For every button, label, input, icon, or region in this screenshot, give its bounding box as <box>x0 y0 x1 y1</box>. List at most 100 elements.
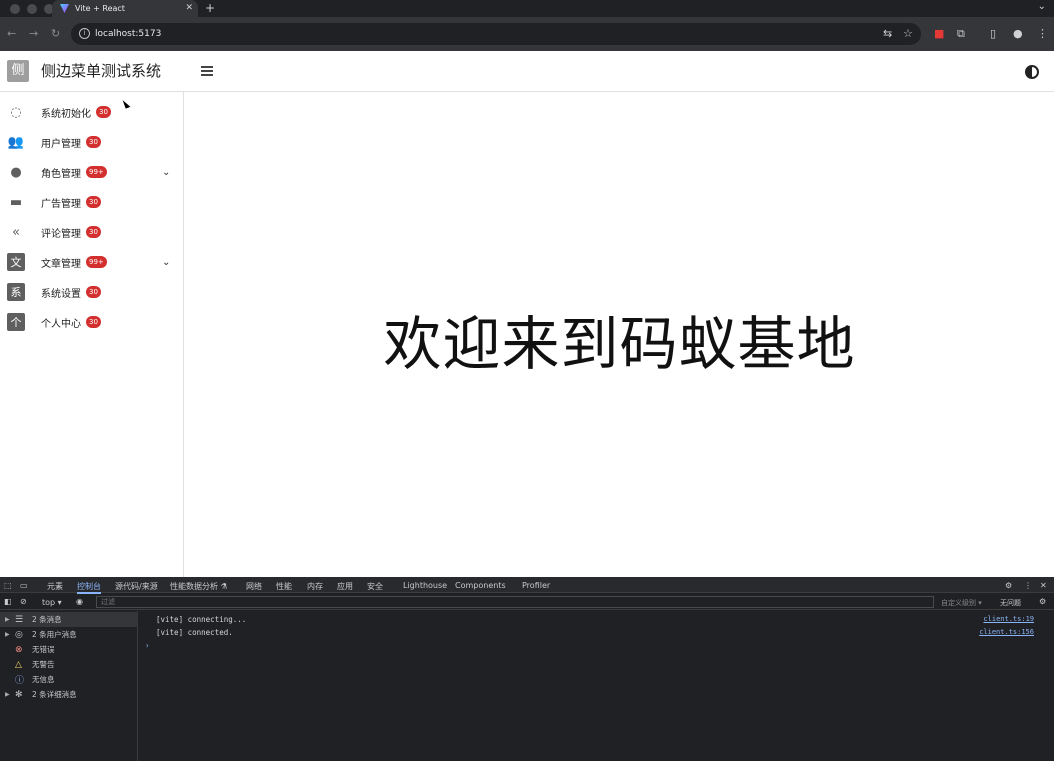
source-link[interactable]: client.ts:156 <box>979 628 1034 636</box>
console-filter-label: 无信息 <box>32 675 55 684</box>
console-settings-icon[interactable]: ⚙ <box>1039 597 1046 606</box>
count-badge: 99+ <box>86 256 107 268</box>
log-levels-select[interactable]: 自定义级别 ▾ <box>941 598 982 608</box>
text-box-icon: 系 <box>7 283 25 301</box>
chevron-down-icon[interactable]: ⌄ <box>162 167 170 178</box>
count-badge: 30 <box>86 136 101 148</box>
console-message: [vite] connecting... <box>156 615 247 624</box>
address-bar[interactable]: i localhost:5173 <box>71 23 921 45</box>
sidebar-item-label: 广告管理 <box>41 198 81 210</box>
count-badge: 99+ <box>86 166 107 178</box>
console-prompt[interactable]: › <box>145 641 150 650</box>
console-filter-input[interactable]: 过滤 <box>96 596 934 608</box>
console-filter-item[interactable]: ▶ ◎ 2 条用户消息 <box>0 627 138 642</box>
console-filter-item[interactable]: ⊗ 无错误 <box>0 642 138 657</box>
window-controls[interactable] <box>10 4 54 14</box>
devtools-tab[interactable]: Lighthouse <box>403 581 447 590</box>
count-badge: 30 <box>86 226 101 238</box>
sidebar-item-label: 文章管理 <box>41 258 81 270</box>
new-tab-icon[interactable]: + <box>205 1 215 15</box>
sidebar-item[interactable]: ▬ 广告管理 30 <box>0 187 184 217</box>
bookmark-star-icon[interactable]: ☆ <box>903 27 913 40</box>
app-root: 侧 侧边菜单测试系统 ◌ 系统初始化 30 👥 用户管理 30 ● 角色管理 99+ ⌄ ▬ 广告管理… <box>0 51 1054 577</box>
devtools-tab[interactable]: 源代码/来源 <box>115 581 158 592</box>
user-add-icon: 👥 <box>7 134 25 150</box>
info-icon: ⓘ <box>15 676 25 686</box>
extension-icon[interactable]: ■ <box>934 27 944 40</box>
context-select[interactable]: top ▾ <box>42 598 62 607</box>
inspect-icon[interactable]: ⬚ <box>4 581 12 590</box>
source-link[interactable]: client.ts:19 <box>983 615 1034 623</box>
browser-tab[interactable]: Vite + React ✕ <box>52 0 198 17</box>
vite-logo-icon <box>60 4 69 13</box>
user-circle-icon: ◎ <box>15 629 23 640</box>
console-filter-item[interactable]: △ 无警告 <box>0 657 138 672</box>
sidebar-item[interactable]: 👥 用户管理 30 <box>0 127 184 157</box>
browser-menu-icon[interactable]: ⋮ <box>1037 27 1048 40</box>
devtools-tab[interactable]: 安全 <box>367 581 383 592</box>
warning-icon: △ <box>15 659 22 670</box>
theme-toggle-icon[interactable] <box>1025 65 1039 79</box>
close-devtools-icon[interactable]: ✕ <box>1040 581 1047 590</box>
count-badge: 30 <box>86 196 101 208</box>
devtools-tabs: ⬚ ▭ ⚙ ⋮ ✕ 元素 控制台 源代码/来源 性能数据分析 ⚗ 网络 性能 内存 应用 安全 L… <box>0 577 1054 594</box>
device-toggle-icon[interactable]: ▭ <box>20 581 28 590</box>
devtools-tab[interactable]: 应用 <box>337 581 353 592</box>
sidebar-item[interactable]: 文 文章管理 99+ ⌄ <box>0 247 184 277</box>
tab-search-icon[interactable]: ⌄ <box>1038 1 1046 12</box>
forward-icon[interactable]: → <box>29 27 38 40</box>
devtools-panel: ⬚ ▭ ⚙ ⋮ ✕ 元素 控制台 源代码/来源 性能数据分析 ⚗ 网络 性能 内存 应用 安全 L… <box>0 577 1054 761</box>
sidebar-item-label: 用户管理 <box>41 138 81 150</box>
live-expression-eye-icon[interactable]: ◉ <box>76 597 83 606</box>
welcome-text: 欢迎来到码蚁基地 <box>383 310 856 378</box>
reload-icon[interactable]: ↻ <box>51 27 60 40</box>
console-filter-item[interactable]: ▶ ☰ 2 条消息 <box>0 612 138 627</box>
clear-console-icon[interactable]: ⊘ <box>20 597 27 606</box>
devtools-tab[interactable]: Profiler <box>522 581 550 590</box>
devtools-tab[interactable]: Components <box>455 581 506 590</box>
reply-all-icon: « <box>12 224 20 240</box>
issues-button[interactable]: 无问题 <box>1000 598 1021 608</box>
expand-arrow-icon[interactable]: ▶ <box>5 616 10 623</box>
console-message: [vite] connected. <box>156 628 233 637</box>
sidebar-item[interactable]: 系 系统设置 30 <box>0 277 184 307</box>
sidebar-item-label: 个人中心 <box>41 318 81 330</box>
app-logo: 侧 <box>7 60 29 82</box>
extensions-puzzle-icon[interactable]: ⧉ <box>957 27 965 41</box>
sidebar-item-label: 评论管理 <box>41 228 81 240</box>
sidebar-item[interactable]: « 评论管理 30 <box>0 217 184 247</box>
chevron-down-icon[interactable]: ⌄ <box>162 257 170 268</box>
console-filter-item[interactable]: ▶ ✻ 2 条详细消息 <box>0 687 138 702</box>
devtools-tab[interactable]: 性能数据分析 ⚗ <box>170 581 228 592</box>
expand-arrow-icon[interactable]: ▶ <box>5 631 10 638</box>
sidebar-item[interactable]: 个 个人中心 30 <box>0 307 184 337</box>
devtools-tab[interactable]: 网络 <box>246 581 262 592</box>
text-box-icon: 文 <box>7 253 25 271</box>
devtools-tab[interactable]: 内存 <box>307 581 323 592</box>
devtools-tab[interactable]: 性能 <box>276 581 292 592</box>
profile-icon[interactable]: ● <box>1013 27 1023 40</box>
app-title: 侧边菜单测试系统 <box>41 62 162 80</box>
console-filter-label: 2 条详细消息 <box>32 690 77 699</box>
sidebar-item-label: 系统设置 <box>41 288 81 300</box>
sidebar-item[interactable]: ◌ 系统初始化 30 <box>0 97 184 127</box>
devtools-menu-icon[interactable]: ⋮ <box>1024 581 1032 590</box>
devtools-tab[interactable]: 控制台 <box>77 581 101 594</box>
translate-icon[interactable]: ⇆ <box>883 27 892 40</box>
menu-toggle-icon[interactable] <box>201 66 213 76</box>
count-badge: 30 <box>96 106 111 118</box>
person-icon: ● <box>10 164 22 180</box>
console-filter-item[interactable]: ⓘ 无信息 <box>0 672 138 687</box>
expand-arrow-icon[interactable]: ▶ <box>5 691 10 698</box>
console-sidebar: ▶ ☰ 2 条消息 ▶ ◎ 2 条用户消息 ⊗ 无错误 △ 无警告 ⓘ 无信息 ▶ ✻ 2 条详细消息 <box>0 611 138 761</box>
site-info-icon[interactable]: i <box>79 28 90 39</box>
close-tab-icon[interactable]: ✕ <box>185 3 193 13</box>
settings-gear-icon[interactable]: ⚙ <box>1005 581 1012 590</box>
side-panel-icon[interactable]: ▯ <box>990 27 996 40</box>
bug-icon: ✻ <box>15 689 23 700</box>
sidebar-toggle-icon[interactable]: ◧ <box>4 597 12 606</box>
sidebar-item[interactable]: ● 角色管理 99+ ⌄ <box>0 157 184 187</box>
console-filter-label: 2 条用户消息 <box>32 630 77 639</box>
back-icon[interactable]: ← <box>7 27 16 40</box>
devtools-tab[interactable]: 元素 <box>47 581 63 592</box>
